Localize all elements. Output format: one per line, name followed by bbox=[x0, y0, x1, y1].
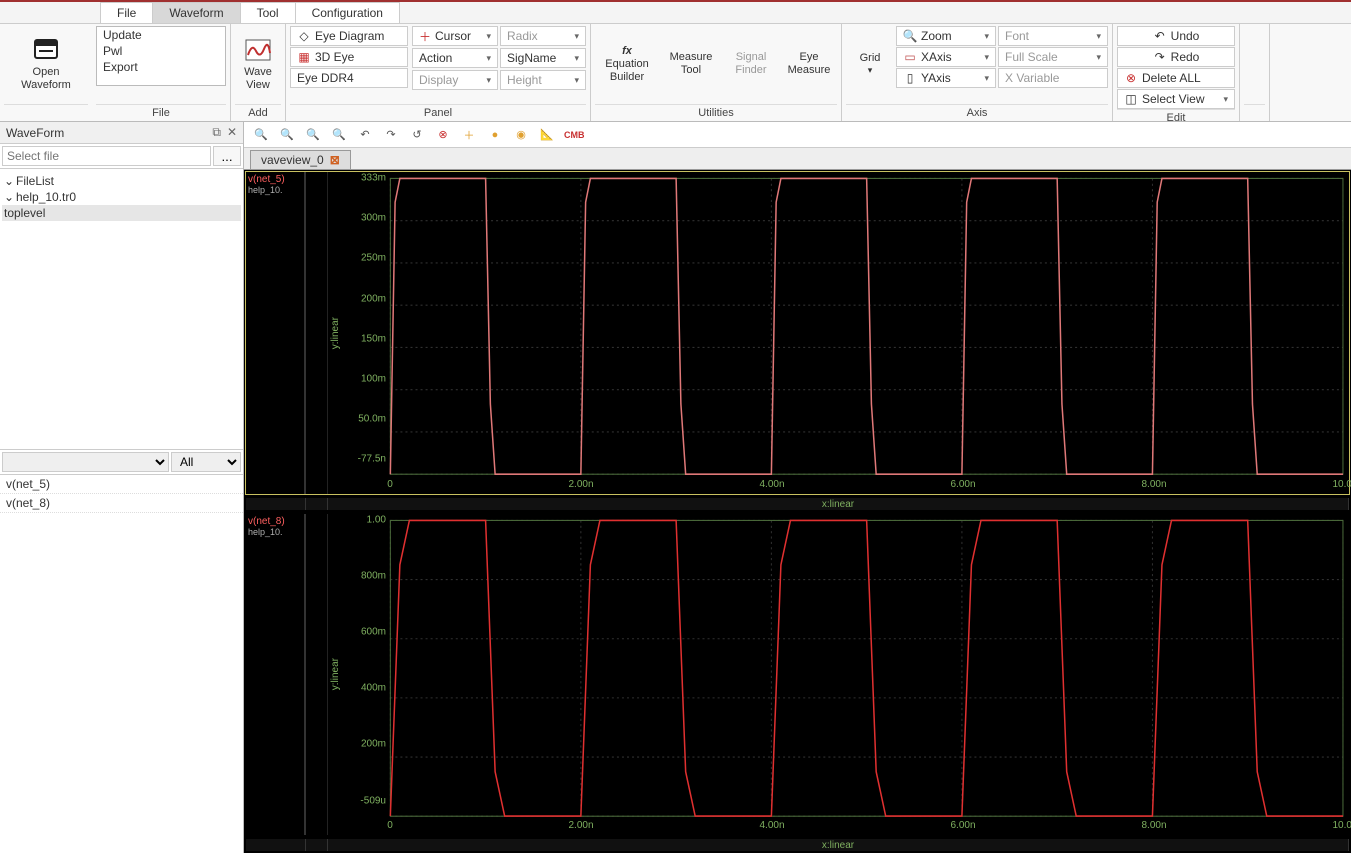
zoom-dropdown[interactable]: 🔍Zoom▾ bbox=[896, 26, 996, 46]
tab-file[interactable]: File bbox=[100, 2, 153, 23]
delete-all-button[interactable]: ⊗Delete ALL bbox=[1117, 68, 1235, 88]
zoom-x-icon[interactable]: 🔍 bbox=[304, 126, 322, 144]
file-tree[interactable]: ⌄FileList ⌄help_10.tr0 toplevel bbox=[0, 169, 243, 449]
eye-ddr4-button[interactable]: Eye DDR4 bbox=[290, 68, 408, 88]
tree-root[interactable]: ⌄FileList bbox=[2, 173, 241, 189]
select-file-input[interactable] bbox=[2, 146, 211, 166]
action-dropdown[interactable]: Action▾ bbox=[412, 48, 498, 68]
undo-button[interactable]: ↶Undo bbox=[1117, 26, 1235, 46]
3d-eye-icon: ▦ bbox=[297, 50, 311, 64]
eye-diagram-icon: ◇ bbox=[297, 29, 311, 43]
undo-zoom-icon[interactable]: ↶ bbox=[356, 126, 374, 144]
axis-section-caption: Axis bbox=[846, 104, 1108, 121]
signal-item[interactable]: v(net_8) bbox=[0, 494, 243, 513]
plot-0[interactable]: v(net_5) help_10. y:linear -77.5n50.0m10… bbox=[246, 172, 1349, 494]
wave-tab[interactable]: vaveview_0 ⊠ bbox=[250, 150, 351, 169]
file-action-list[interactable]: Update Pwl Export bbox=[96, 26, 226, 86]
plot-signal-label: v(net_5) help_10. bbox=[246, 172, 306, 494]
browse-file-button[interactable]: ... bbox=[213, 146, 241, 166]
cmb-button[interactable]: CMB bbox=[564, 126, 585, 144]
file-export[interactable]: Export bbox=[97, 59, 225, 75]
select-view-icon: ◫ bbox=[1124, 92, 1138, 106]
select-view-dropdown[interactable]: ◫Select View▾ bbox=[1117, 89, 1235, 109]
grid-dropdown[interactable]: Grid▾ bbox=[846, 26, 894, 102]
3d-eye-button[interactable]: ▦3D Eye bbox=[290, 47, 408, 67]
wave-area: 🔍 🔍 🔍 🔍 ↶ ↷ ↺ ⊗ ＋ ● ◉ 📐 CMB vaveview_0 ⊠ bbox=[244, 122, 1351, 853]
panel-close-icon[interactable]: ✕ bbox=[227, 125, 237, 140]
x-variable-button[interactable]: X Variable bbox=[998, 68, 1108, 88]
tree-leaf-toplevel[interactable]: toplevel bbox=[2, 205, 241, 221]
font-dropdown[interactable]: Font▾ bbox=[998, 26, 1108, 46]
panel-title: WaveForm bbox=[6, 126, 64, 140]
measure-tool-button[interactable]: Measure Tool bbox=[661, 26, 721, 102]
full-scale-dropdown[interactable]: Full Scale▾ bbox=[998, 47, 1108, 67]
eye-measure-button[interactable]: Eye Measure bbox=[781, 26, 837, 102]
equation-builder-button[interactable]: fx Equation Builder bbox=[595, 26, 659, 102]
zoom-in-icon[interactable]: 🔍 bbox=[278, 126, 296, 144]
main-tabs: File Waveform Tool Configuration bbox=[0, 2, 1351, 24]
waveform-panel: WaveForm ⧉ ✕ ... ⌄FileList ⌄help_10.tr0 … bbox=[0, 122, 244, 853]
xaxis-dropdown[interactable]: ▭XAxis▾ bbox=[896, 47, 996, 67]
eye-diagram-button[interactable]: ◇Eye Diagram bbox=[290, 26, 408, 46]
wave-toolbar: 🔍 🔍 🔍 🔍 ↶ ↷ ↺ ⊗ ＋ ● ◉ 📐 CMB bbox=[244, 122, 1351, 148]
redo-zoom-icon[interactable]: ↷ bbox=[382, 126, 400, 144]
main-body: WaveForm ⧉ ✕ ... ⌄FileList ⌄help_10.tr0 … bbox=[0, 122, 1351, 853]
open-waveform-button[interactable]: Open Waveform bbox=[4, 26, 88, 102]
signal-filter-select[interactable] bbox=[2, 452, 169, 472]
ruler-icon[interactable]: 📐 bbox=[538, 126, 556, 144]
cursor-dropdown[interactable]: ＋Cursor▾ bbox=[412, 26, 498, 46]
reset-zoom-icon[interactable]: ↺ bbox=[408, 126, 426, 144]
add-section-caption: Add bbox=[235, 104, 281, 121]
file-pwl[interactable]: Pwl bbox=[97, 43, 225, 59]
tab-waveform[interactable]: Waveform bbox=[152, 2, 240, 23]
signame-dropdown[interactable]: SigName▾ bbox=[500, 48, 586, 68]
file-update[interactable]: Update bbox=[97, 27, 225, 43]
plot-1[interactable]: v(net_8) help_10. y:linear -509u200m400m… bbox=[246, 514, 1349, 836]
plot-canvas-0[interactable]: -77.5n50.0m100m150m200m250m300m333m 02.0… bbox=[342, 172, 1349, 494]
yaxis-dropdown[interactable]: ▯YAxis▾ bbox=[896, 68, 996, 88]
cursor-add-icon[interactable]: ＋ bbox=[460, 126, 478, 144]
xaxis-icon: ▭ bbox=[903, 50, 917, 64]
utilities-section-caption: Utilities bbox=[595, 104, 837, 121]
file-section-caption: File bbox=[96, 104, 226, 121]
tab-configuration[interactable]: Configuration bbox=[295, 2, 400, 23]
signal-item[interactable]: v(net_5) bbox=[0, 475, 243, 494]
tab-tool[interactable]: Tool bbox=[240, 2, 296, 23]
app-window: File Waveform Tool Configuration Open Wa… bbox=[0, 0, 1351, 853]
ribbon: Open Waveform Update Pwl Export File bbox=[0, 24, 1351, 122]
zoom-y-icon[interactable]: 🔍 bbox=[330, 126, 348, 144]
wave-icon bbox=[241, 36, 275, 64]
redo-icon: ↷ bbox=[1153, 50, 1167, 64]
signal-type-select[interactable]: All bbox=[171, 452, 241, 472]
close-icon[interactable]: ⊠ bbox=[330, 153, 340, 167]
zoom-out-icon[interactable]: 🔍 bbox=[252, 126, 270, 144]
wave-view-button[interactable]: Wave View bbox=[235, 26, 281, 102]
panel-section-caption: Panel bbox=[290, 104, 586, 121]
plot-signal-label: v(net_8) help_10. bbox=[246, 514, 306, 836]
yaxis-icon: ▯ bbox=[903, 71, 917, 85]
plot-canvas-1[interactable]: -509u200m400m600m800m1.00 02.00n4.00n6.0… bbox=[342, 514, 1349, 836]
marker-a-icon[interactable]: ● bbox=[486, 126, 504, 144]
redo-button[interactable]: ↷Redo bbox=[1117, 47, 1235, 67]
plots-container: v(net_5) help_10. y:linear -77.5n50.0m10… bbox=[244, 170, 1351, 853]
marker-b-icon[interactable]: ◉ bbox=[512, 126, 530, 144]
zoom-icon: 🔍 bbox=[903, 29, 917, 43]
signal-finder-button[interactable]: Signal Finder bbox=[723, 26, 779, 102]
panel-pin-icon[interactable]: ⧉ bbox=[212, 125, 221, 140]
tree-file[interactable]: ⌄help_10.tr0 bbox=[2, 189, 241, 205]
signal-list[interactable]: v(net_5) v(net_8) bbox=[0, 475, 243, 853]
delete-icon: ⊗ bbox=[1124, 71, 1138, 85]
radix-dropdown[interactable]: Radix▾ bbox=[500, 26, 586, 46]
display-dropdown[interactable]: Display▾ bbox=[412, 70, 498, 90]
delete-icon[interactable]: ⊗ bbox=[434, 126, 452, 144]
fx-icon: fx bbox=[622, 45, 632, 58]
undo-icon: ↶ bbox=[1153, 29, 1167, 43]
height-dropdown[interactable]: Height▾ bbox=[500, 70, 586, 90]
file-icon bbox=[29, 36, 63, 64]
